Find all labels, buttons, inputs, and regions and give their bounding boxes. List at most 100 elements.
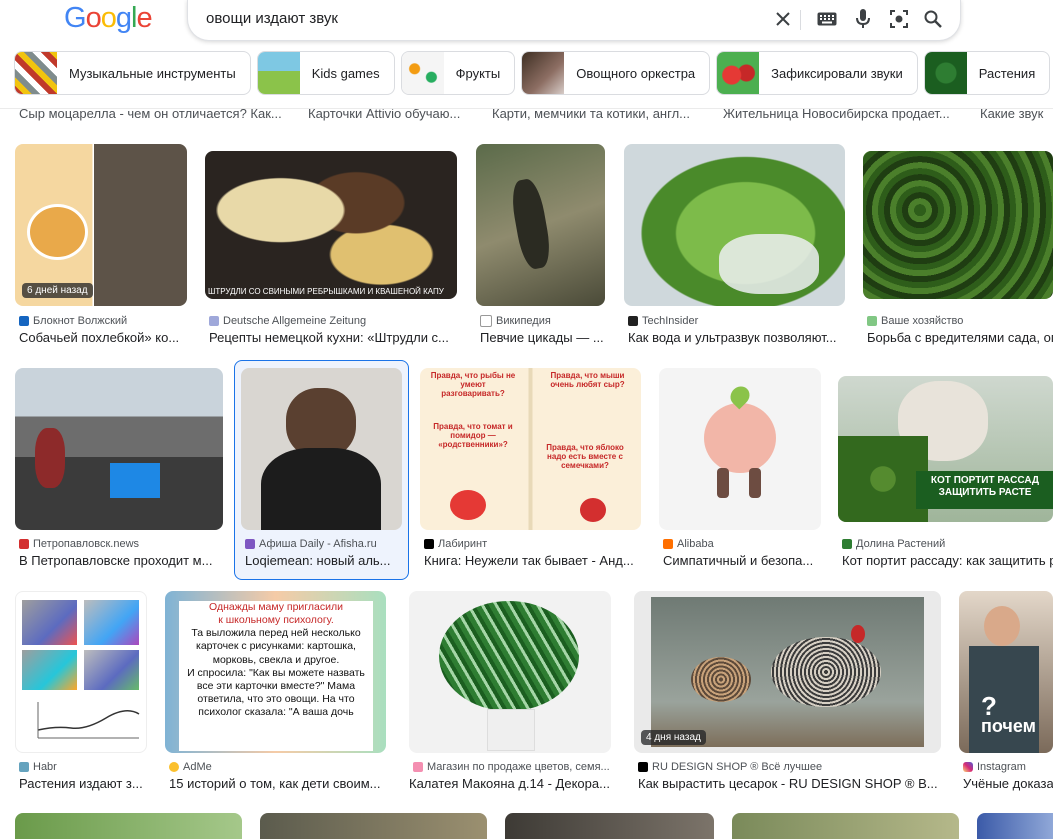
result-image[interactable] bbox=[659, 368, 821, 530]
source-name: Афиша Daily - Afisha.ru bbox=[259, 538, 377, 550]
cicada-shape bbox=[508, 177, 554, 271]
header: Google овощи издают звук Музыкальные инс… bbox=[0, 0, 1053, 108]
story-line: Однажды маму пригласили bbox=[209, 601, 343, 613]
chip-kids-games[interactable]: Kids games bbox=[256, 51, 395, 95]
source-name: Instagram bbox=[977, 761, 1026, 773]
image-caption: ШТРУДЛИ СО СВИНЫМИ РЕБРЫШКАМИ И КВАШЕНОЙ… bbox=[208, 287, 444, 296]
result-image[interactable]: КОТ ПОРТИТ РАССАД ЗАЩИТИТЬ РАСТЕ bbox=[838, 376, 1053, 522]
result-title[interactable]: Книга: Неужели так бывает - Анд... bbox=[424, 553, 642, 568]
chip-plants[interactable]: Растения bbox=[923, 51, 1051, 95]
person-shape bbox=[35, 428, 65, 488]
plush-leg bbox=[749, 468, 761, 498]
result-image[interactable] bbox=[409, 591, 611, 753]
glove-hand bbox=[719, 234, 819, 294]
result-source: Ваше хозяйство bbox=[867, 315, 1053, 327]
search-box[interactable]: овощи издают звук bbox=[187, 0, 961, 41]
google-logo[interactable]: Google bbox=[64, 2, 153, 35]
result-title[interactable]: 15 историй о том, как дети своим... bbox=[169, 776, 387, 791]
chip-thumbnail bbox=[717, 52, 760, 94]
result-source: RU DESIGN SHOP ® Всё лучшее bbox=[638, 761, 943, 773]
result-image[interactable] bbox=[505, 813, 714, 839]
result-title[interactable]: Жительница Новосибирска продает... bbox=[723, 106, 950, 121]
result-title[interactable]: Loqiemean: новый аль... bbox=[245, 553, 400, 568]
result-image[interactable]: 4 дня назад bbox=[634, 591, 941, 753]
result-title[interactable]: Симпатичный и безопа... bbox=[663, 553, 818, 568]
date-badge: 4 дня назад bbox=[641, 730, 706, 745]
source-name: Лабиринт bbox=[438, 538, 488, 550]
result-image[interactable] bbox=[15, 591, 147, 753]
result-source: Блокнот Волжский bbox=[19, 315, 189, 327]
result-source: Долина Растений bbox=[842, 538, 1053, 550]
source-name: AdMe bbox=[183, 761, 212, 773]
result-image[interactable] bbox=[624, 144, 845, 306]
source-name: Блокнот Волжский bbox=[33, 315, 128, 327]
result-image[interactable] bbox=[15, 813, 242, 839]
result-title[interactable]: Какие звук bbox=[980, 106, 1043, 121]
close-icon[interactable] bbox=[772, 8, 794, 30]
guineafowl-body bbox=[771, 637, 881, 707]
result-image[interactable] bbox=[15, 368, 223, 530]
result-image[interactable]: ШТРУДЛИ СО СВИНЫМИ РЕБРЫШКАМИ И КВАШЕНОЙ… bbox=[205, 151, 457, 299]
source-name: Петропавловск.news bbox=[33, 538, 140, 550]
result-title[interactable]: Сыр моцарелла - чем он отличается? Как..… bbox=[19, 106, 282, 121]
story-line: к школьному психологу. bbox=[218, 614, 334, 627]
favicon bbox=[413, 762, 423, 772]
figure-panel bbox=[22, 600, 77, 645]
result-title[interactable]: Как вырастить цесарок - RU DESIGN SHOP ®… bbox=[638, 776, 938, 791]
story-line: карточек с рисунками: картошка, bbox=[196, 640, 356, 653]
result-source: Афиша Daily - Afisha.ru bbox=[245, 538, 403, 550]
result-image[interactable] bbox=[977, 813, 1053, 839]
overlay-banner: КОТ ПОРТИТ РАССАД ЗАЩИТИТЬ РАСТЕ bbox=[916, 471, 1053, 509]
seedlings bbox=[838, 436, 928, 522]
story-line: Та выложила перед ней несколько bbox=[191, 627, 361, 640]
result-image[interactable]: 6 дней назад bbox=[15, 144, 187, 306]
result-title[interactable]: Как вода и ультразвук позволяют... bbox=[628, 330, 846, 345]
result-source: Instagram bbox=[963, 761, 1053, 773]
result-image[interactable] bbox=[241, 368, 402, 530]
result-title[interactable]: Карти, мемчики та котики, англ... bbox=[492, 106, 690, 121]
tomato-illustration bbox=[450, 490, 486, 520]
result-image[interactable]: ? почем bbox=[959, 591, 1053, 753]
search-icon[interactable] bbox=[922, 8, 944, 30]
result-title[interactable]: В Петропавловске проходит м... bbox=[19, 553, 224, 568]
result-title[interactable]: Растения издают з... bbox=[19, 776, 147, 791]
chip-thumbnail bbox=[522, 52, 565, 94]
chip-fruits[interactable]: Фрукты bbox=[400, 51, 516, 95]
result-image[interactable]: Однажды маму пригласили к школьному псих… bbox=[165, 591, 386, 753]
result-image[interactable] bbox=[476, 144, 605, 306]
story-card: Однажды маму пригласили к школьному псих… bbox=[179, 601, 373, 751]
result-title[interactable]: Борьба с вредителями сада, ого bbox=[867, 330, 1053, 345]
chip-music-instruments[interactable]: Музыкальные инструменты bbox=[14, 51, 251, 95]
result-title[interactable]: Калатея Макояна д.14 - Декора... bbox=[409, 776, 611, 791]
result-title[interactable]: Певчие цикады — ... bbox=[480, 330, 610, 345]
person-body bbox=[261, 448, 381, 530]
favicon bbox=[245, 539, 255, 549]
result-title[interactable]: Карточки Attivio обучаю... bbox=[308, 106, 460, 121]
favicon bbox=[867, 316, 877, 326]
lens-icon[interactable] bbox=[888, 8, 910, 30]
favicon bbox=[638, 762, 648, 772]
result-image[interactable]: Правда, что рыбы не умеют разговаривать?… bbox=[420, 368, 641, 530]
source-name: Habr bbox=[33, 761, 57, 773]
mic-icon[interactable] bbox=[852, 8, 874, 30]
chip-recorded-sounds[interactable]: Зафиксировали звуки bbox=[716, 51, 918, 95]
keyboard-icon[interactable] bbox=[816, 8, 838, 30]
chip-thumbnail bbox=[257, 52, 300, 94]
result-title[interactable]: Кот портит рассаду: как защитить ра bbox=[842, 553, 1053, 568]
chip-label: Музыкальные инструменты bbox=[69, 65, 236, 81]
result-title[interactable]: Собачьей похлебкой» ко... bbox=[19, 330, 189, 345]
book-heading: Правда, что томат и помидор — «родственн… bbox=[433, 422, 513, 449]
result-source: AdMe bbox=[169, 761, 387, 773]
result-title[interactable]: Учёные доказа bbox=[963, 776, 1053, 791]
result-source: Петропавловск.news bbox=[19, 538, 224, 550]
source-name: RU DESIGN SHOP ® Всё лучшее bbox=[652, 761, 823, 773]
story-line: психолог сказала: "А ваша дочь bbox=[198, 706, 354, 718]
search-input[interactable]: овощи издают звук bbox=[206, 10, 338, 27]
result-title[interactable]: Рецепты немецкой кухни: «Штрудли с... bbox=[209, 330, 459, 345]
result-image[interactable] bbox=[260, 813, 487, 839]
logo-letter: e bbox=[136, 2, 152, 34]
result-image[interactable] bbox=[732, 813, 959, 839]
chip-vegetable-orchestra[interactable]: Овощного оркестра bbox=[521, 51, 711, 95]
overlay-text: КОТ ПОРТИТ РАССАД ЗАЩИТИТЬ РАСТЕ bbox=[930, 475, 1040, 498]
result-image[interactable] bbox=[863, 151, 1053, 299]
